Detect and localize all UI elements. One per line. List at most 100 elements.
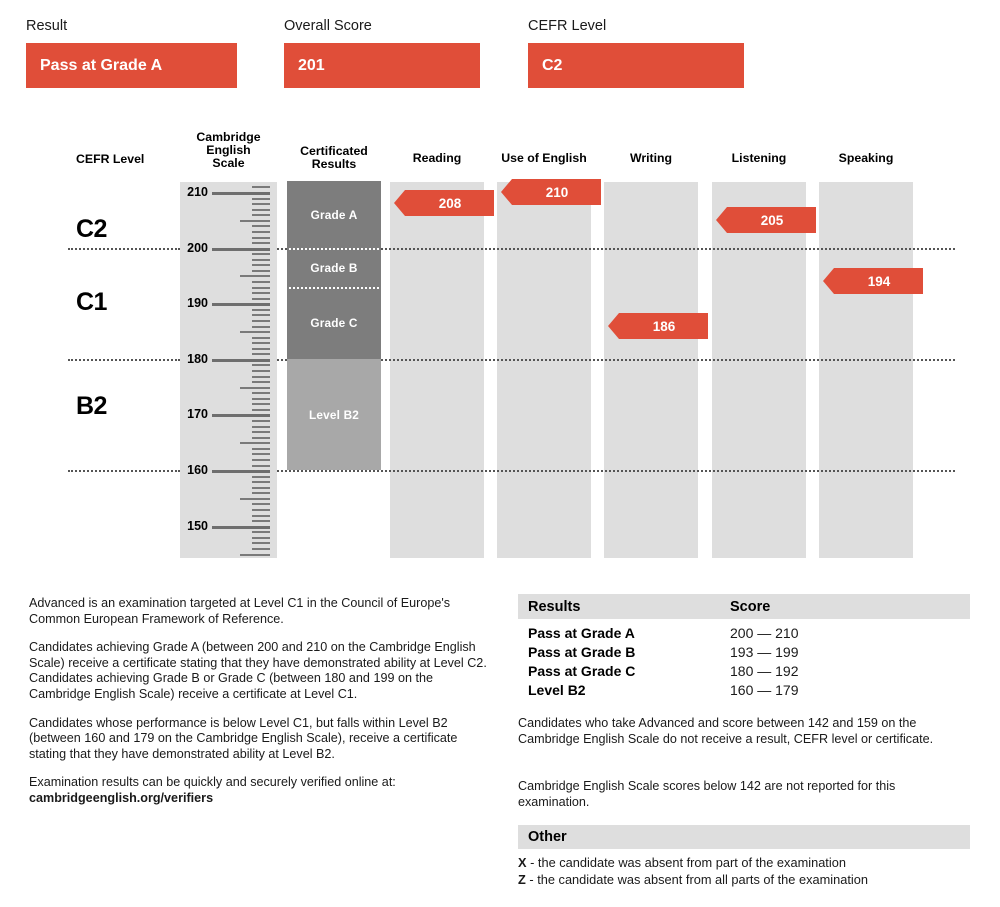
scale-tick-160: [212, 470, 270, 473]
certificated-band-label-0: Grade A: [310, 207, 358, 222]
column-background-writing: [604, 182, 698, 558]
scale-tick-187: [252, 320, 270, 322]
other-section-header: Other: [518, 825, 970, 849]
scale-tick-label-160: 160: [187, 463, 208, 477]
scale-tick-180: [212, 359, 270, 362]
certificated-column-header-line-1: Results: [311, 157, 357, 171]
scale-tick-204: [252, 225, 270, 227]
scale-tick-178: [252, 370, 270, 372]
use-of-english-column-header: Use of English: [490, 152, 598, 165]
scale-tick-198: [252, 259, 270, 261]
scale-tick-148: [252, 537, 270, 539]
gridline-left-200: [68, 248, 180, 250]
scale-tick-197: [252, 264, 270, 266]
score-arrow-writing: 186: [608, 313, 708, 339]
scale-tick-146: [252, 548, 270, 550]
gridline-right-160: [277, 470, 955, 472]
column-background-speaking: [819, 182, 913, 558]
score-value-2: 186: [652, 318, 676, 334]
scale-tick-183: [252, 342, 270, 344]
result-score-3: 160 — 179: [730, 681, 799, 698]
certificated-band-2: Grade C: [287, 287, 381, 359]
other-text-Z: - the candidate was absent from all part…: [525, 872, 868, 887]
scale-tick-149: [252, 531, 270, 533]
results-table-row: Pass at Grade C 180 — 192: [518, 661, 970, 680]
scale-column-header-line-2: Scale: [212, 156, 245, 170]
certificated-column-header: Certificated Results: [287, 145, 381, 171]
scale-column-header: Cambridge English Scale: [180, 131, 277, 170]
scale-tick-177: [252, 376, 270, 378]
result-name-1: Pass at Grade B: [528, 643, 636, 660]
scale-tick-169: [252, 420, 270, 422]
scale-tick-201: [252, 242, 270, 244]
certificated-band-label-2: Grade C: [310, 316, 358, 330]
other-line-X: X - the candidate was absent from part o…: [518, 855, 970, 872]
scale-tick-label-200: 200: [187, 241, 208, 255]
verifiers-url[interactable]: cambridgeenglish.org/verifiers: [29, 791, 213, 805]
other-section-title: Other: [528, 829, 567, 845]
scale-tick-206: [252, 214, 270, 216]
scale-tick-211: [252, 186, 270, 188]
scale-tick-196: [252, 270, 270, 272]
writing-column-header: Writing: [604, 152, 698, 165]
scale-tick-label-170: 170: [187, 407, 208, 421]
scale-tick-190: [212, 303, 270, 306]
score-chart: CEFR Level Cambridge English Scale Certifica…: [0, 0, 1000, 580]
scale-tick-161: [252, 465, 270, 467]
scale-tick-209: [252, 198, 270, 200]
result-name-0: Pass at Grade A: [528, 624, 635, 641]
reading-column-header: Reading: [390, 152, 484, 165]
gridline-left-180: [68, 359, 180, 361]
other-code-Z: Z: [518, 872, 526, 887]
gridline-left-160: [68, 470, 180, 472]
scale-tick-188: [252, 314, 270, 316]
speaking-column-header: Speaking: [819, 152, 913, 165]
certificated-band-3: Level B2: [287, 359, 381, 470]
scale-tick-182: [252, 348, 270, 350]
score-value-0: 208: [438, 195, 462, 211]
scale-tick-176: [252, 381, 270, 383]
certificated-band-separator-193: [289, 287, 379, 289]
results-table-row: Level B2 160 — 179: [518, 680, 970, 699]
scale-tick-label-210: 210: [187, 185, 208, 199]
result-name-3: Level B2: [528, 681, 586, 698]
scale-tick-193: [252, 287, 270, 289]
results-table-header-score: Score: [730, 598, 771, 615]
scale-tick-199: [252, 253, 270, 255]
other-code-X: X: [518, 855, 527, 870]
score-arrow-use-of-english: 210: [501, 179, 601, 205]
results-table-row: Pass at Grade B 193 — 199: [518, 642, 970, 661]
result-name-2: Pass at Grade C: [528, 662, 636, 679]
explanatory-paragraph-1: Advanced is an examination targeted at L…: [29, 596, 451, 626]
scale-tick-152: [252, 515, 270, 517]
use-of-english-column-header-line-0: Use of English: [501, 151, 587, 165]
result-score-0: 200 — 210: [730, 624, 799, 641]
scale-tick-157: [252, 487, 270, 489]
scale-tick-207: [252, 209, 270, 211]
scale-tick-159: [252, 476, 270, 478]
verification-paragraph: Examination results can be quickly and s…: [29, 775, 491, 806]
scale-tick-179: [252, 364, 270, 366]
results-table-header-results: Results: [528, 598, 581, 615]
scale-tick-194: [252, 281, 270, 283]
speaking-column-header-line-0: Speaking: [838, 151, 894, 165]
score-value-1: 210: [545, 184, 569, 200]
scale-tick-173: [252, 398, 270, 400]
scale-tick-150: [212, 526, 270, 529]
scale-tick-147: [252, 542, 270, 544]
certificated-band-0: Grade A: [287, 181, 381, 248]
scale-tick-210: [212, 192, 270, 195]
scale-tick-184: [252, 337, 270, 339]
scale-tick-label-180: 180: [187, 352, 208, 366]
certificated-band-separator-200: [289, 248, 379, 250]
scale-tick-189: [252, 309, 270, 311]
scale-tick-170: [212, 414, 270, 417]
score-arrow-reading: 208: [394, 190, 494, 216]
explanatory-paragraph-3: Candidates whose performance is below Le…: [29, 715, 458, 761]
scale-tick-175: [240, 387, 270, 389]
scale-tick-label-150: 150: [187, 519, 208, 533]
column-background-listening: [712, 182, 806, 558]
scale-tick-153: [252, 509, 270, 511]
certificated-band-label-1: Grade B: [310, 260, 358, 275]
cefr-band-label-C1: C1: [76, 288, 107, 316]
